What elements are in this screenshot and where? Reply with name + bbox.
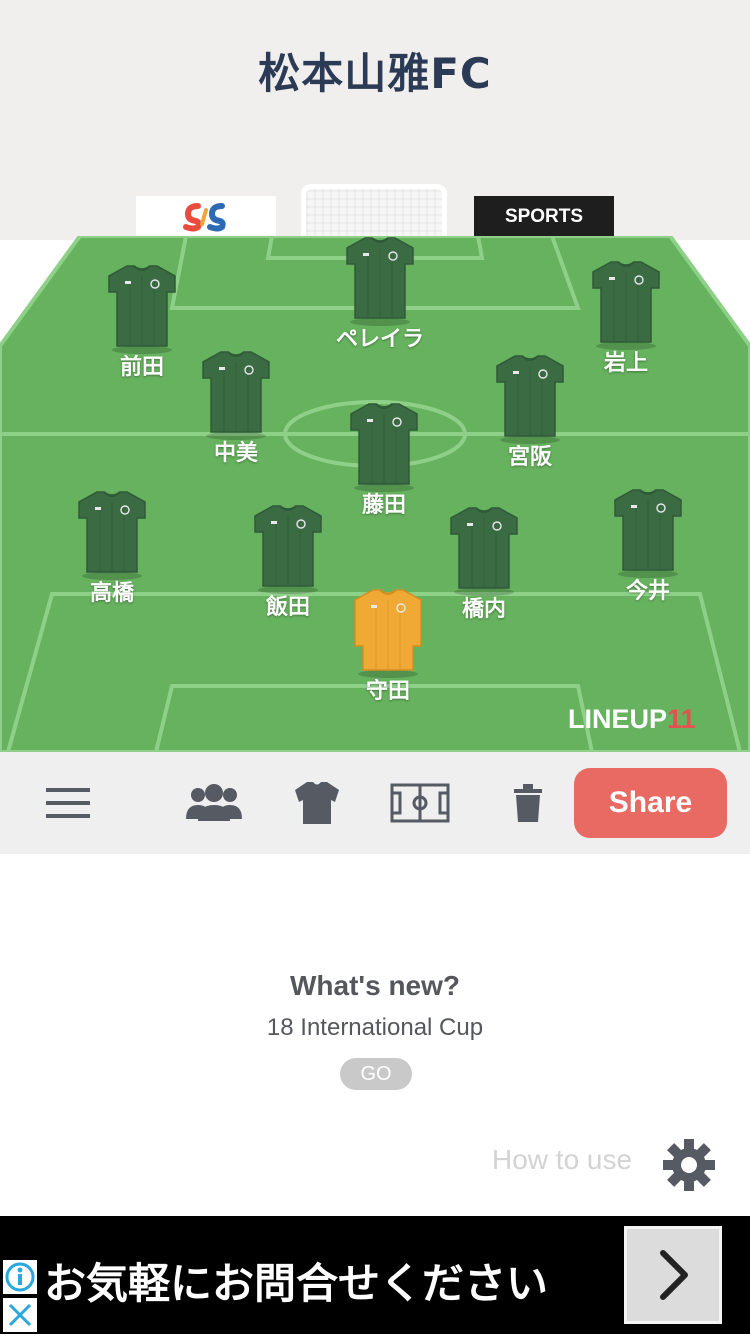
shirt-icon[interactable] [290, 780, 344, 826]
news-subtitle: 18 International Cup [266, 1014, 484, 1041]
player-name[interactable]: 高橋 [42, 575, 182, 607]
player-df[interactable]: 高橋 [62, 488, 162, 628]
player-df[interactable]: 橋内 [434, 504, 534, 644]
player-mf[interactable]: 宮阪 [480, 352, 580, 492]
player-df[interactable]: 今井 [598, 486, 698, 626]
player-mf[interactable]: 藤田 [334, 400, 434, 540]
close-icon[interactable] [3, 1298, 37, 1332]
lineup11-logo: LINEUP11 [568, 704, 696, 735]
chevron-right-icon[interactable] [624, 1226, 722, 1324]
goal [301, 184, 447, 240]
share-button[interactable]: Share [574, 768, 727, 838]
team-title[interactable]: 松本山雅FC [0, 40, 750, 101]
player-name[interactable]: 守田 [318, 673, 458, 705]
news-section: What's new? 18 International Cup GO How … [0, 854, 750, 1216]
player-name[interactable]: 中美 [166, 435, 306, 467]
player-mf[interactable]: 中美 [186, 348, 286, 488]
info-icon[interactable] [3, 1260, 37, 1294]
player-df[interactable]: 飯田 [238, 502, 338, 642]
how-to-use-link[interactable]: How to use [492, 1144, 632, 1176]
gear-icon[interactable] [662, 1138, 716, 1196]
go-button[interactable]: GO [340, 1058, 412, 1090]
logo-number: 11 [667, 704, 696, 734]
player-name[interactable]: 飯田 [218, 589, 358, 621]
player-fw[interactable]: ペレイラ [330, 234, 430, 374]
player-name[interactable]: ペレイラ [310, 321, 450, 353]
hamburger-icon[interactable] [40, 780, 96, 826]
ad-text[interactable]: お気軽にお問合せください [44, 1250, 548, 1311]
toolbar: Share [0, 752, 750, 854]
news-title: What's new? [290, 970, 460, 1001]
logo-text: LINEUP [568, 704, 668, 734]
trash-icon[interactable] [506, 780, 550, 826]
header: 松本山雅FC SPORTS STUDIO [0, 0, 750, 269]
player-gk[interactable]: 守田 [338, 586, 438, 726]
sponsor-logo-ss [136, 196, 276, 238]
group-icon[interactable] [182, 780, 246, 826]
ad-banner[interactable]: お気軽にお問合せください [0, 1216, 750, 1334]
sponsor-logo-sports-studio: SPORTS STUDIO [474, 196, 614, 269]
player-fw[interactable]: 前田 [92, 262, 192, 402]
player-mf[interactable]: 岩上 [576, 258, 676, 398]
pitch-icon[interactable] [388, 780, 452, 826]
player-name[interactable]: 今井 [578, 573, 718, 605]
player-name[interactable]: 宮阪 [460, 439, 600, 471]
